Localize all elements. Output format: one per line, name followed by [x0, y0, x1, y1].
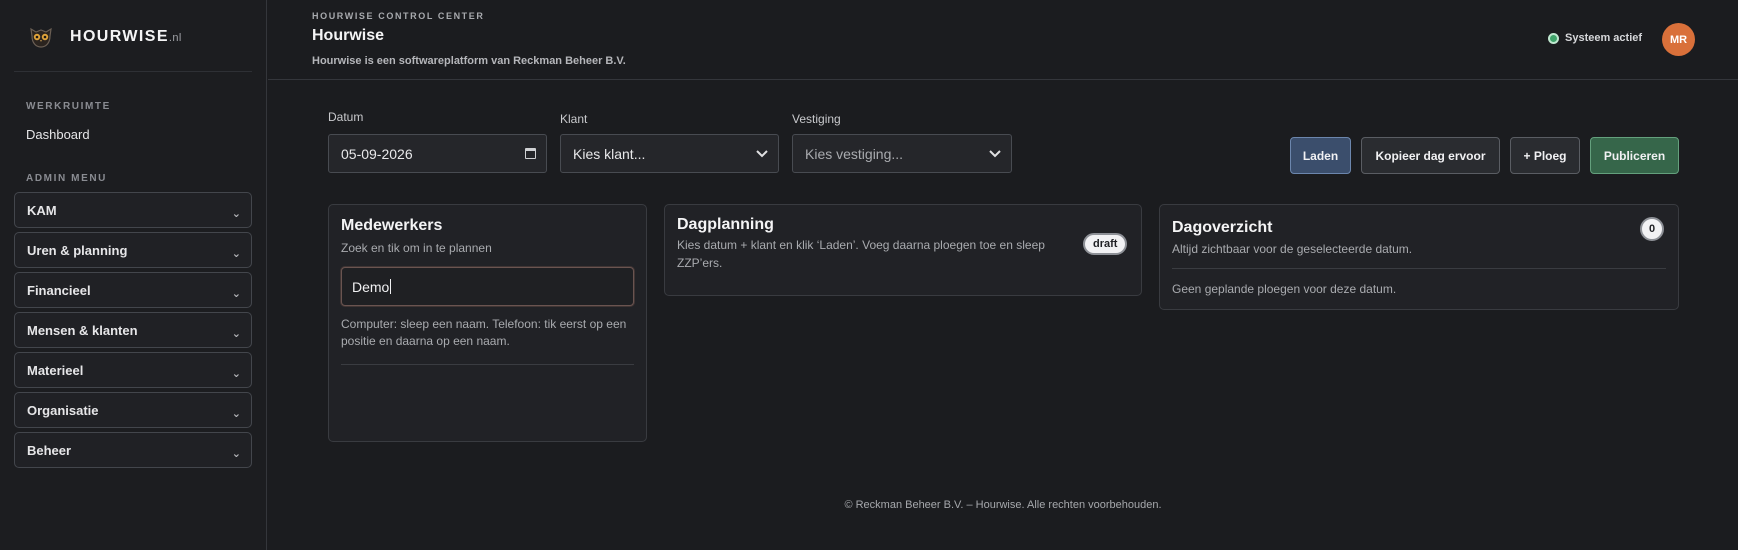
sidebar-item-kam[interactable]: KAM ⌄ [14, 192, 252, 228]
load-button[interactable]: Laden [1290, 137, 1351, 174]
sidebar-item-label: Uren & planning [27, 242, 128, 258]
client-select-value: Kies klant... [573, 145, 646, 162]
sidebar-item-dashboard[interactable]: Dashboard [26, 127, 90, 142]
employee-search-value: Demo [352, 278, 390, 295]
client-label: Klant [560, 112, 588, 126]
client-select[interactable]: Kies klant... [560, 134, 779, 173]
chevron-down-icon: ⌄ [231, 207, 241, 220]
day-overview-card: Dagoverzicht Altijd zichtbaar voor de ge… [1159, 204, 1679, 310]
date-label: Datum [328, 110, 364, 124]
sidebar: HOURWISE.nl WERKRUIMTE Dashboard ADMIN M… [0, 0, 267, 550]
sidebar-item-organisatie[interactable]: Organisatie ⌄ [14, 392, 252, 428]
brand-divider [14, 71, 252, 72]
chevron-down-icon: ⌄ [231, 407, 241, 420]
employees-divider [341, 364, 634, 365]
location-select-value: Kies vestiging... [805, 145, 904, 162]
page-title: Hourwise [312, 27, 385, 44]
status-badge: draft [1083, 233, 1128, 255]
page-subtitle: Hourwise is een softwareplatform van Rec… [312, 55, 626, 67]
admin-menu: KAM ⌄ Uren & planning ⌄ Financieel ⌄ Men… [14, 192, 252, 472]
employee-search-input[interactable]: Demo [341, 267, 634, 306]
avatar[interactable]: MR [1662, 23, 1695, 56]
sidebar-item-label: Materieel [27, 362, 84, 378]
add-shift-button[interactable]: + Ploeg [1510, 137, 1580, 174]
chevron-down-icon: ⌄ [231, 287, 241, 300]
sidebar-item-materieel[interactable]: Materieel ⌄ [14, 352, 252, 388]
chevron-down-icon: ⌄ [231, 327, 241, 340]
owl-logo-icon [30, 27, 52, 48]
employees-card: Medewerkers Zoek en tik om in te plannen… [328, 204, 647, 442]
location-label: Vestiging [792, 112, 841, 126]
sidebar-item-beheer[interactable]: Beheer ⌄ [14, 432, 252, 468]
date-value: 05-09-2026 [341, 145, 413, 162]
day-overview-empty-text: Geen geplande ploegen voor deze datum. [1172, 282, 1397, 296]
sidebar-item-uren-planning[interactable]: Uren & planning ⌄ [14, 232, 252, 268]
employees-title: Medewerkers [341, 217, 443, 234]
calendar-icon[interactable] [525, 148, 536, 159]
system-status: Systeem actief [1548, 32, 1642, 44]
employees-hint: Computer: sleep een naam. Telefoon: tik … [341, 317, 627, 348]
brand-name: HOURWISE.nl [70, 28, 182, 45]
copy-previous-day-button[interactable]: Kopieer dag ervoor [1361, 137, 1500, 174]
brand[interactable]: HOURWISE.nl [26, 22, 182, 52]
chevron-down-icon [989, 149, 1001, 157]
admin-menu-section-label: ADMIN MENU [26, 173, 107, 184]
shift-count-badge: 0 [1640, 217, 1664, 241]
sidebar-item-label: Financieel [27, 282, 91, 298]
sidebar-item-mensen-klanten[interactable]: Mensen & klanten ⌄ [14, 312, 252, 348]
sidebar-item-financieel[interactable]: Financieel ⌄ [14, 272, 252, 308]
status-dot-icon [1548, 32, 1559, 44]
location-select[interactable]: Kies vestiging... [792, 134, 1012, 173]
day-overview-divider [1172, 268, 1666, 269]
chevron-down-icon: ⌄ [231, 367, 241, 380]
sidebar-item-label: KAM [27, 202, 57, 218]
employees-subtitle: Zoek en tik om in te plannen [341, 241, 492, 255]
day-planning-description: Kies datum + klant en klik ‘Laden’. Voeg… [677, 238, 1045, 270]
chevron-down-icon: ⌄ [231, 447, 241, 460]
day-overview-subtitle: Altijd zichtbaar voor de geselecteerde d… [1172, 242, 1413, 256]
top-header: HOURWISE CONTROL CENTER Hourwise Hourwis… [268, 0, 1738, 80]
chevron-down-icon: ⌄ [231, 247, 241, 260]
day-overview-title: Dagoverzicht [1172, 219, 1273, 236]
date-input[interactable]: 05-09-2026 [328, 134, 547, 173]
sidebar-item-label: Organisatie [27, 402, 99, 418]
footer-copyright: © Reckman Beheer B.V. – Hourwise. Alle r… [844, 499, 1162, 511]
chevron-down-icon [756, 149, 768, 157]
sidebar-item-label: Mensen & klanten [27, 322, 138, 338]
brand-tld: .nl [168, 32, 182, 44]
day-planning-title: Dagplanning [677, 216, 774, 233]
sidebar-item-label: Beheer [27, 442, 72, 458]
workspace-section-label: WERKRUIMTE [26, 101, 111, 112]
day-planning-card: Dagplanning Kies datum + klant en klik ‘… [664, 204, 1142, 296]
text-caret [390, 279, 392, 294]
status-text: Systeem actief [1565, 32, 1643, 44]
publish-button[interactable]: Publiceren [1590, 137, 1679, 174]
header-eyebrow: HOURWISE CONTROL CENTER [312, 11, 485, 21]
